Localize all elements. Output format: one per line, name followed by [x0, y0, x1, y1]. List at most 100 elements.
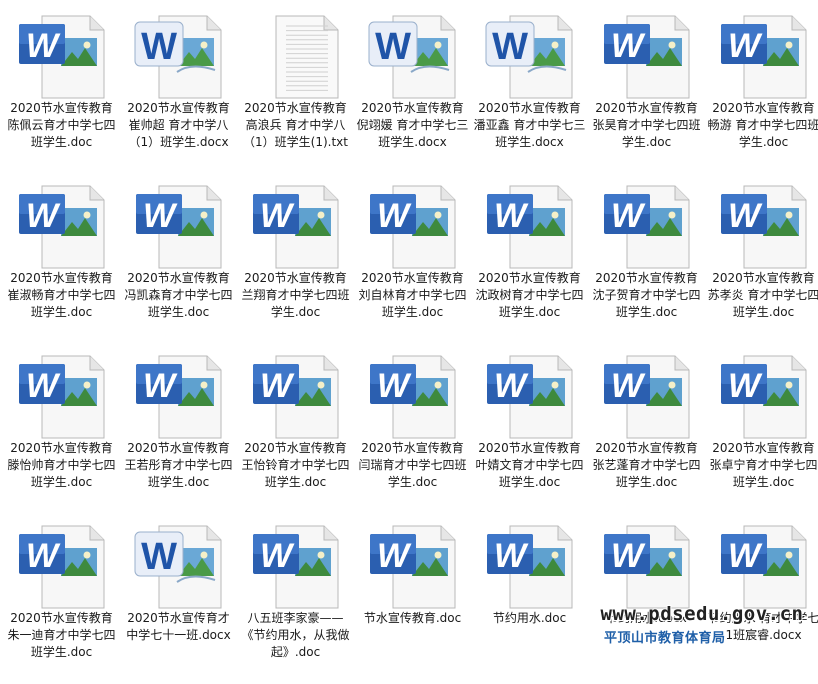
- file-name: 2020节水宣传教育王若彤育才中学七四班学生.doc: [124, 441, 233, 489]
- file-item[interactable]: W 2020节水宣传教育崔淑畅育才中学七四班学生.doc: [3, 174, 120, 344]
- svg-text:W: W: [492, 26, 528, 68]
- file-name: 2020节水宣传教育崔淑畅育才中学七四班学生.doc: [7, 271, 116, 319]
- file-name: 2020节水宣传教育王怡铃育才中学七四班学生.doc: [241, 441, 350, 489]
- file-item[interactable]: W 2020节水宣传教育沈政树育才中学七四班学生.doc: [471, 174, 588, 344]
- word-document-icon: W: [12, 352, 112, 442]
- text-document-icon: [246, 12, 346, 102]
- svg-text:W: W: [728, 367, 763, 405]
- file-item[interactable]: W 节约用水.docx: [588, 514, 705, 684]
- word-document-icon: W: [597, 182, 697, 272]
- file-name: 2020节水宣传教育苏孝炎 育才中学七四班学生.doc: [707, 271, 818, 319]
- word-document-icon: W: [714, 182, 814, 272]
- file-item[interactable]: W 节约用水.doc: [471, 514, 588, 684]
- file-name: 2020节水宣传教育 陈佩云育才中学七四班学生.doc: [7, 101, 116, 149]
- file-name: 2020节水宣传教育 张昊育才中学七四班学生.doc: [592, 101, 701, 149]
- file-item[interactable]: W 2020节水宣传教育闫瑞育才中学七四班学生.doc: [354, 344, 471, 514]
- svg-text:W: W: [377, 367, 412, 405]
- file-item[interactable]: W 2020节水宣传教育张艺蓬育才中学七四班学生.doc: [588, 344, 705, 514]
- file-item[interactable]: W 2020节水宣传教育冯凯森育才中学七四班学生.doc: [120, 174, 237, 344]
- file-name: 2020节水宣传教育 潘亚鑫 育才中学七三班学生.docx: [473, 101, 586, 149]
- file-item[interactable]: W 2020节水宣传教育朱一迪育才中学七四班学生.doc: [3, 514, 120, 684]
- file-name: 2020节水宣传教育闫瑞育才中学七四班学生.doc: [358, 441, 467, 489]
- word-document-icon: W: [480, 12, 580, 102]
- file-name: 2020节水宣传教育沈子贺育才中学七四班学生.doc: [592, 271, 701, 319]
- file-name: 节水宣传教育.doc: [363, 611, 462, 625]
- word-document-icon: W: [597, 522, 697, 612]
- svg-text:W: W: [611, 27, 646, 65]
- file-item[interactable]: 2020节水宣传教育 高浪兵 育才中学八（1）班学生(1).txt: [237, 4, 354, 174]
- file-item[interactable]: W 节水宣传教育.doc: [354, 514, 471, 684]
- svg-text:W: W: [728, 197, 763, 235]
- word-document-icon: W: [246, 352, 346, 442]
- file-item[interactable]: W 2020节水宣传教育 崔帅超 育才中学八（1）班学生.docx: [120, 4, 237, 174]
- file-name: 2020节水宣传教育畅游 育才中学七四班学生.doc: [707, 101, 818, 149]
- svg-text:W: W: [141, 26, 177, 68]
- svg-text:W: W: [260, 367, 295, 405]
- svg-text:W: W: [141, 536, 177, 578]
- word-document-icon: W: [246, 182, 346, 272]
- svg-text:W: W: [494, 197, 529, 235]
- svg-text:W: W: [494, 537, 529, 575]
- file-item[interactable]: W 2020节水宣传教育王若彤育才中学七四班学生.doc: [120, 344, 237, 514]
- svg-text:W: W: [728, 537, 763, 575]
- file-item[interactable]: W 2020节水宣传教育苏孝炎 育才中学七四班学生.doc: [705, 174, 818, 344]
- word-document-icon: W: [12, 182, 112, 272]
- svg-text:W: W: [143, 197, 178, 235]
- svg-text:W: W: [260, 197, 295, 235]
- file-item[interactable]: W 2020节水宣传育才中学七十一班.docx: [120, 514, 237, 684]
- file-name: 节约用水.docx: [606, 611, 687, 625]
- file-name: 2020节水宣传育才中学七十一班.docx: [126, 611, 231, 642]
- file-name: 2020节水宣传教育冯凯森育才中学七四班学生.doc: [124, 271, 233, 319]
- file-item[interactable]: W 2020节水宣传教育叶婧文育才中学七四班学生.doc: [471, 344, 588, 514]
- svg-text:W: W: [611, 197, 646, 235]
- file-name: 2020节水宣传教育叶婧文育才中学七四班学生.doc: [475, 441, 584, 489]
- file-grid: W 2020节水宣传教育 陈佩云育才中学七四班学生.doc W 2020节水宣传教育 …: [0, 0, 818, 681]
- word-document-icon: W: [129, 12, 229, 102]
- word-document-icon: W: [480, 182, 580, 272]
- word-document-icon: W: [480, 522, 580, 612]
- word-document-icon: W: [129, 522, 229, 612]
- file-item[interactable]: W 2020节水宣传教育沈子贺育才中学七四班学生.doc: [588, 174, 705, 344]
- file-item[interactable]: W 2020节水宣传教育兰翔育才中学七四班学生.doc: [237, 174, 354, 344]
- file-name: 节约用水 育才中学七 1班宸睿.docx: [707, 611, 818, 642]
- svg-text:W: W: [26, 27, 61, 65]
- word-document-icon: W: [129, 352, 229, 442]
- word-document-icon: W: [12, 12, 112, 102]
- file-item[interactable]: W 2020节水宣传教育刘自林育才中学七四班学生.doc: [354, 174, 471, 344]
- svg-text:W: W: [26, 197, 61, 235]
- svg-text:W: W: [494, 367, 529, 405]
- file-name: 2020节水宣传教育兰翔育才中学七四班学生.doc: [241, 271, 350, 319]
- svg-text:W: W: [728, 27, 763, 65]
- file-item[interactable]: W 2020节水宣传教育张卓宁育才中学七四班学生.doc: [705, 344, 818, 514]
- word-document-icon: W: [597, 12, 697, 102]
- file-item[interactable]: W 八五班李家豪——《节约用水，从我做起》.doc: [237, 514, 354, 684]
- file-name: 节约用水.doc: [492, 611, 567, 625]
- word-document-icon: W: [714, 12, 814, 102]
- file-item[interactable]: W 2020节水宣传教育畅游 育才中学七四班学生.doc: [705, 4, 818, 174]
- svg-text:W: W: [611, 367, 646, 405]
- file-item[interactable]: W 2020节水宣传教育 陈佩云育才中学七四班学生.doc: [3, 4, 120, 174]
- file-item[interactable]: W 2020节水宣传教育王怡铃育才中学七四班学生.doc: [237, 344, 354, 514]
- file-item[interactable]: W 2020节水宣传教育 张昊育才中学七四班学生.doc: [588, 4, 705, 174]
- file-item[interactable]: W 2020节水宣传教育 潘亚鑫 育才中学七三班学生.docx: [471, 4, 588, 174]
- svg-text:W: W: [260, 537, 295, 575]
- svg-text:W: W: [26, 537, 61, 575]
- word-document-icon: W: [246, 522, 346, 612]
- word-document-icon: W: [12, 522, 112, 612]
- file-item[interactable]: W 2020节水宣传教育滕怡帅育才中学七四班学生.doc: [3, 344, 120, 514]
- file-name: 2020节水宣传教育滕怡帅育才中学七四班学生.doc: [7, 441, 116, 489]
- word-document-icon: W: [363, 522, 463, 612]
- svg-text:W: W: [611, 537, 646, 575]
- file-item[interactable]: W 节约用水 育才中学七 1班宸睿.docx: [705, 514, 818, 684]
- word-document-icon: W: [597, 352, 697, 442]
- word-document-icon: W: [480, 352, 580, 442]
- file-name: 2020节水宣传教育刘自林育才中学七四班学生.doc: [358, 271, 467, 319]
- file-item[interactable]: W 2020节水宣传教育 倪翊媛 育才中学七三班学生.docx: [354, 4, 471, 174]
- svg-text:W: W: [375, 26, 411, 68]
- word-document-icon: W: [363, 182, 463, 272]
- file-name: 2020节水宣传教育 倪翊媛 育才中学七三班学生.docx: [356, 101, 469, 149]
- file-name: 2020节水宣传教育张艺蓬育才中学七四班学生.doc: [592, 441, 701, 489]
- file-name: 八五班李家豪——《节约用水，从我做起》.doc: [241, 611, 350, 659]
- word-document-icon: W: [714, 522, 814, 612]
- file-name: 2020节水宣传教育张卓宁育才中学七四班学生.doc: [709, 441, 818, 489]
